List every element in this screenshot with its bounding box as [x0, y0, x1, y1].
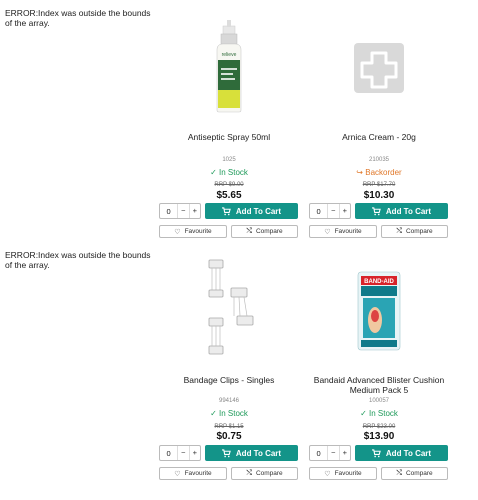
decrement-button[interactable]: −: [177, 446, 188, 460]
favourite-button[interactable]: ♡ Favourite: [159, 467, 227, 480]
band-aid-box-image: BAND-AID: [357, 271, 401, 351]
compare-button[interactable]: ⤭ Compare: [231, 467, 298, 480]
favourite-button[interactable]: ♡ Favourite: [159, 225, 227, 238]
heart-icon: ♡: [324, 228, 331, 236]
quantity-input[interactable]: 0: [310, 207, 327, 216]
product-title[interactable]: Antiseptic Spray 50ml: [159, 132, 299, 142]
product-sku: 1025: [222, 157, 236, 163]
cart-icon: [221, 206, 231, 215]
rrp-price: RRP $1.15: [214, 424, 244, 430]
quantity-input[interactable]: 0: [310, 449, 327, 458]
product-card: relieve Antiseptic Spray 50ml 1025 ✓ In …: [159, 20, 299, 245]
stock-status: ✓ In Stock: [360, 409, 398, 418]
add-to-cart-button[interactable]: Add To Cart: [355, 203, 448, 219]
decrement-button[interactable]: −: [327, 204, 338, 218]
add-to-cart-button[interactable]: Add To Cart: [205, 203, 298, 219]
stock-status: ✓ In Stock: [210, 409, 248, 418]
product-sku: 100057: [368, 398, 390, 404]
placeholder-image: [354, 43, 404, 93]
bandage-clips-image: [208, 259, 254, 355]
quantity-input[interactable]: 0: [160, 207, 177, 216]
product-price: $5.65: [216, 190, 242, 201]
quantity-stepper[interactable]: 0 − +: [309, 445, 351, 461]
heart-icon: ♡: [324, 470, 331, 478]
product-card: Arnica Cream - 20g 210035 ↪ Backorder RR…: [309, 20, 449, 245]
product-image[interactable]: [309, 20, 449, 120]
check-icon: ✓: [210, 409, 217, 418]
shuffle-icon: ⤭: [396, 227, 402, 235]
compare-button[interactable]: ⤭ Compare: [381, 225, 448, 238]
error-message: ERROR:Index was outside the bounds of th…: [5, 8, 151, 28]
cart-icon: [221, 448, 231, 457]
add-to-cart-button[interactable]: Add To Cart: [205, 445, 298, 461]
check-icon: ✓: [210, 168, 217, 177]
favourite-button[interactable]: ♡ Favourite: [309, 467, 377, 480]
increment-button[interactable]: +: [338, 446, 350, 460]
spray-bottle-image: relieve: [216, 20, 242, 113]
increment-button[interactable]: +: [338, 204, 350, 218]
compare-button[interactable]: ⤭ Compare: [381, 467, 448, 480]
cart-icon: [371, 448, 381, 457]
add-to-cart-button[interactable]: Add To Cart: [355, 445, 448, 461]
cart-icon: [371, 206, 381, 215]
product-sku: 210035: [368, 157, 390, 163]
product-title[interactable]: Bandaid Advanced Blister Cushion Medium …: [309, 375, 449, 395]
rrp-price: RRP $17.70: [362, 182, 396, 188]
increment-button[interactable]: +: [188, 204, 200, 218]
error-message: ERROR:Index was outside the bounds of th…: [5, 250, 151, 270]
brand-label: BAND-AID: [364, 279, 394, 285]
decrement-button[interactable]: −: [177, 204, 188, 218]
shuffle-icon: ⤭: [246, 227, 252, 235]
quantity-stepper[interactable]: 0 − +: [159, 203, 201, 219]
quantity-input[interactable]: 0: [160, 449, 177, 458]
increment-button[interactable]: +: [188, 446, 200, 460]
product-card: BAND-AID Bandaid Advanced Blister Cushio…: [309, 258, 449, 483]
product-title[interactable]: Arnica Cream - 20g: [309, 132, 449, 142]
stock-status: ✓ In Stock: [210, 168, 248, 177]
heart-icon: ♡: [174, 228, 181, 236]
rrp-price: RRP $9.00: [214, 182, 244, 188]
rrp-price: RRP $23.00: [362, 424, 396, 430]
stock-status: ↪ Backorder: [356, 168, 402, 177]
shuffle-icon: ⤭: [246, 469, 252, 477]
brand-label: relieve: [222, 52, 237, 58]
backorder-icon: ↪: [356, 168, 363, 177]
product-card: Bandage Clips - Singles 994146 ✓ In Stoc…: [159, 258, 299, 483]
quantity-stepper[interactable]: 0 − +: [309, 203, 351, 219]
product-title[interactable]: Bandage Clips - Singles: [159, 375, 299, 385]
quantity-stepper[interactable]: 0 − +: [159, 445, 201, 461]
favourite-button[interactable]: ♡ Favourite: [309, 225, 377, 238]
product-sku: 994146: [218, 398, 240, 404]
product-price: $10.30: [363, 190, 395, 201]
shuffle-icon: ⤭: [396, 469, 402, 477]
check-icon: ✓: [360, 409, 367, 418]
product-image[interactable]: BAND-AID: [309, 258, 449, 358]
product-price: $13.90: [363, 431, 395, 442]
decrement-button[interactable]: −: [327, 446, 338, 460]
compare-button[interactable]: ⤭ Compare: [231, 225, 298, 238]
product-image[interactable]: [159, 258, 299, 358]
product-price: $0.75: [216, 431, 242, 442]
product-image[interactable]: relieve: [159, 20, 299, 120]
heart-icon: ♡: [174, 470, 181, 478]
